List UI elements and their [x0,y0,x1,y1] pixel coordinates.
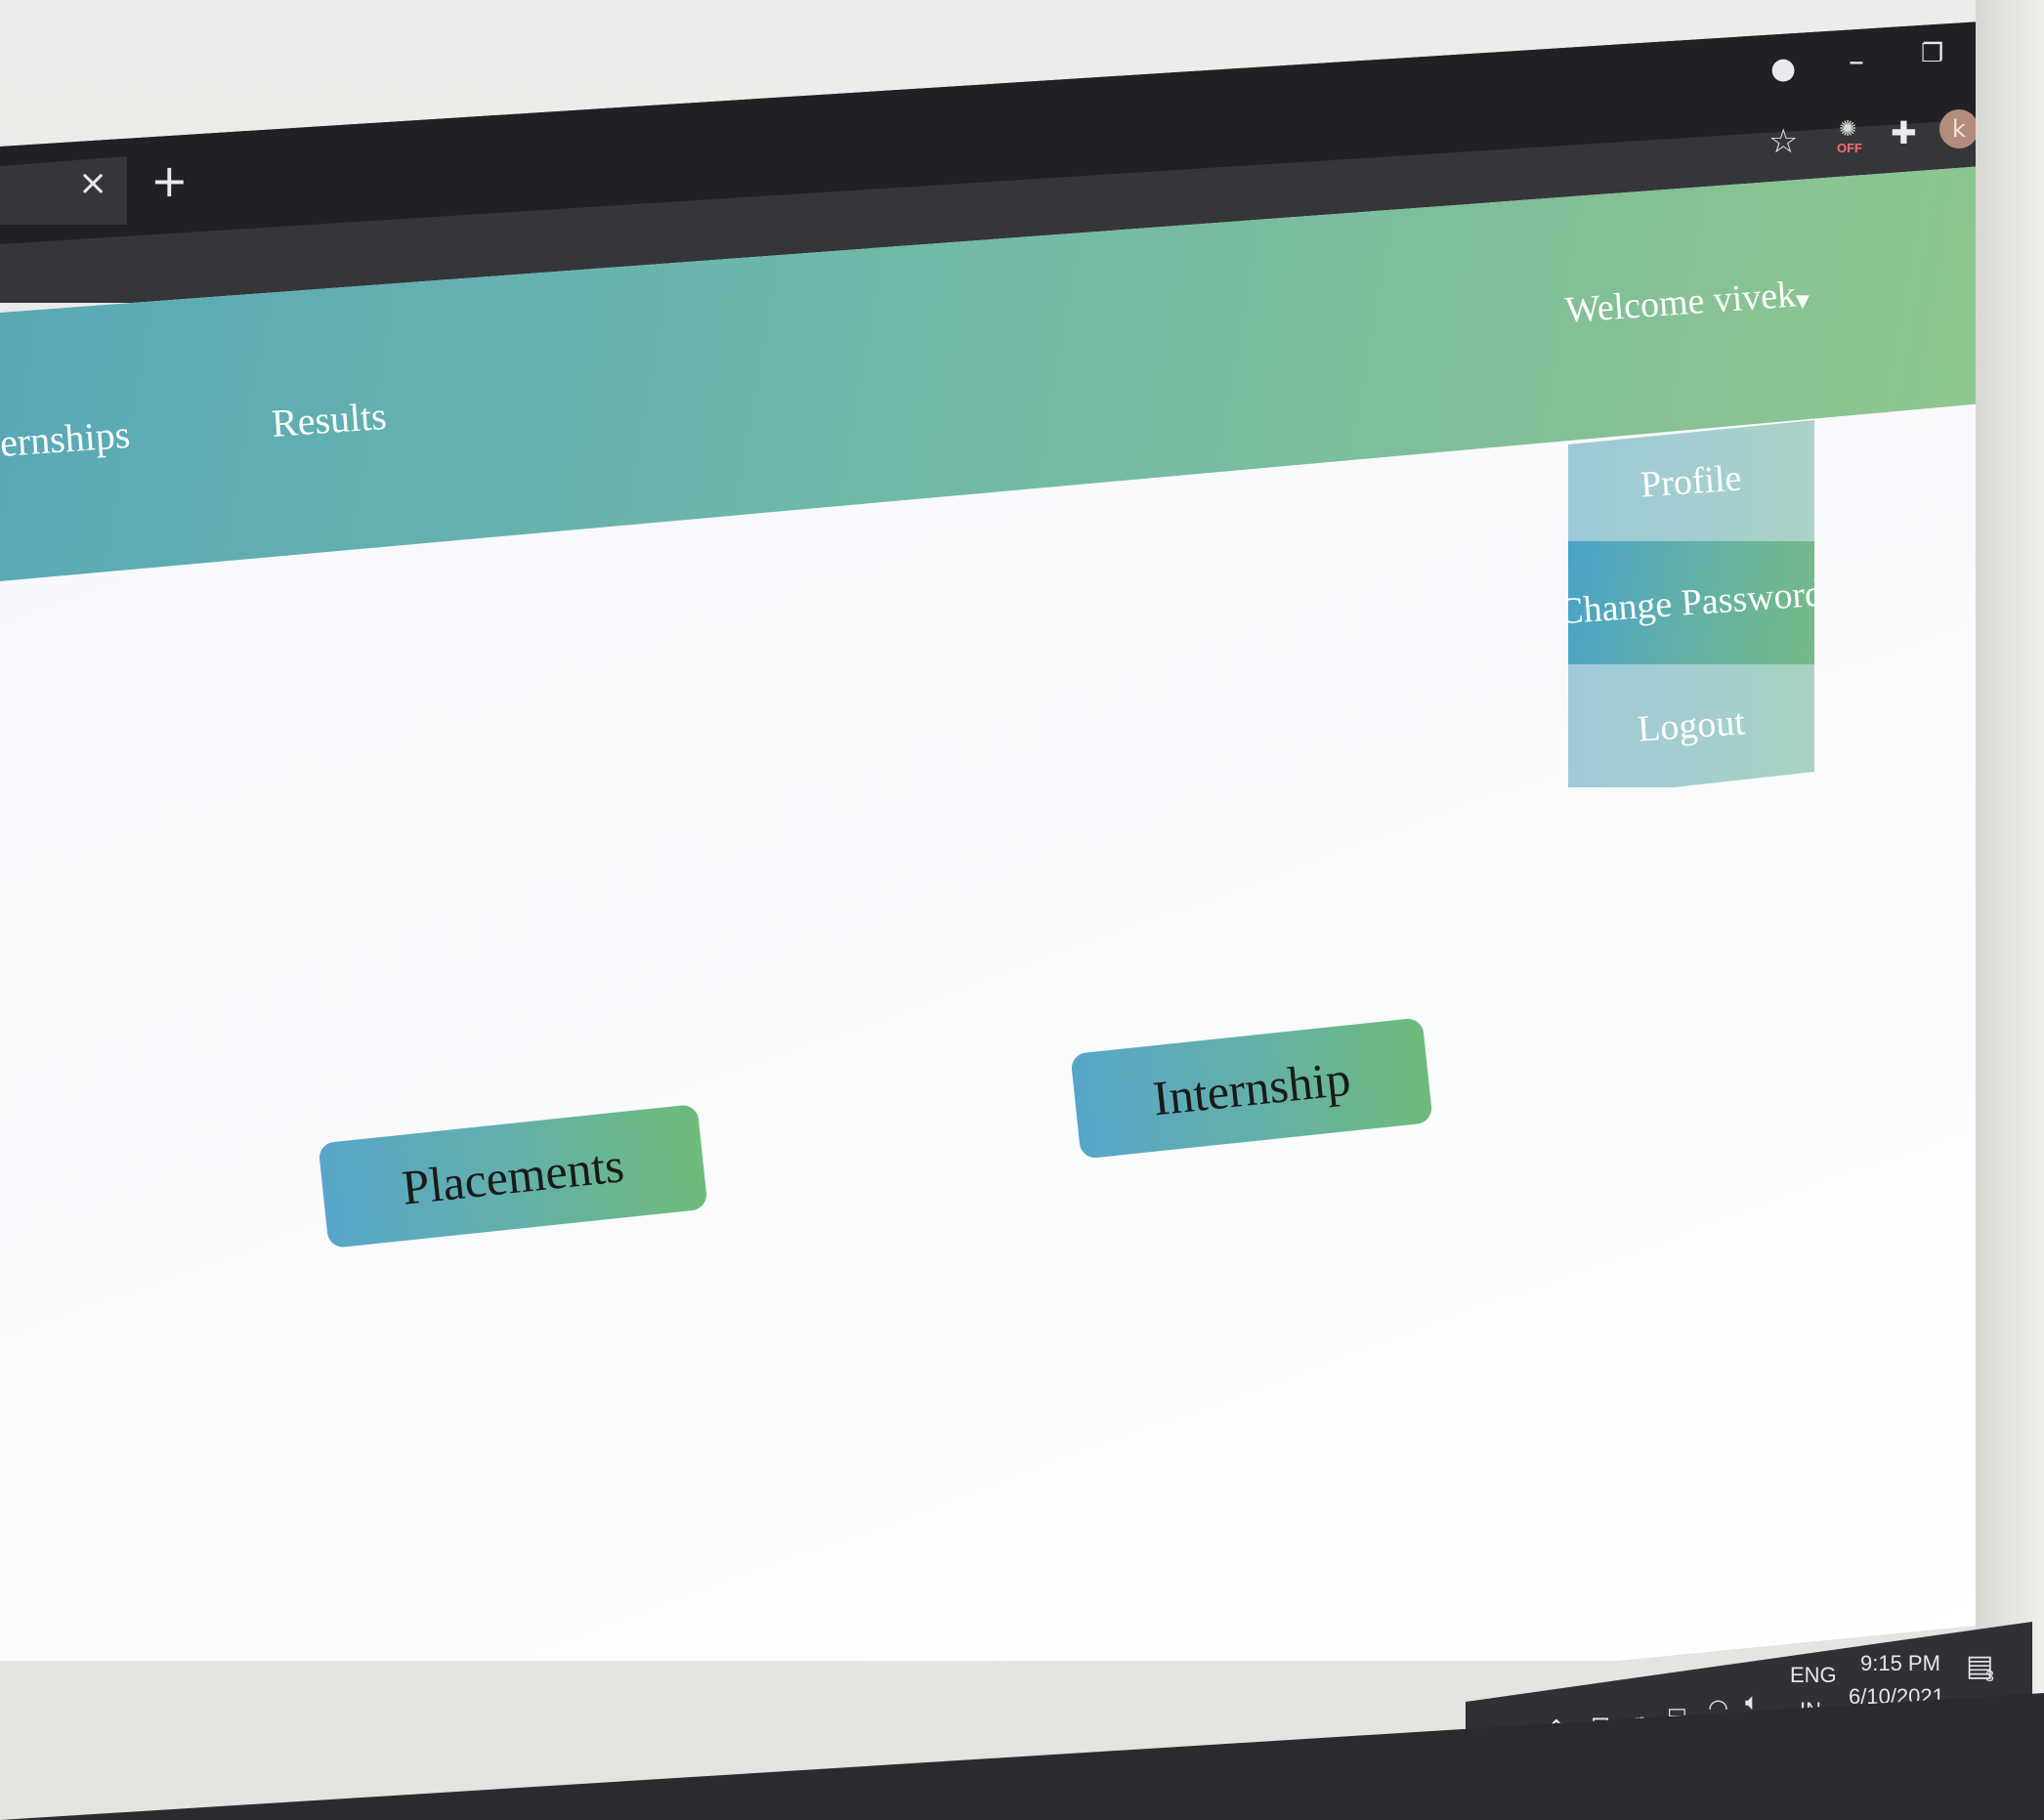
extension-off-icon[interactable]: ✺ OFF [1837,119,1870,156]
restore-icon[interactable]: ❐ [1921,41,1943,66]
puzzle-icon[interactable]: ✚ [1891,117,1917,148]
media-control-icon[interactable]: ● [1770,55,1796,84]
dropdown-item-logout[interactable]: Logout [1568,664,1814,787]
notification-count: 3 [1985,1669,1994,1685]
minimize-icon[interactable]: – [1849,45,1864,76]
dropdown-item-change-password[interactable]: Change Password [1568,541,1814,664]
new-tab-icon[interactable]: + [150,158,189,203]
nav-link-internships[interactable]: ernships [0,411,132,466]
clock-time[interactable]: 9:15 PM [1860,1651,1940,1676]
language-code[interactable]: ENG [1790,1663,1837,1688]
chevron-down-icon[interactable]: ▼ [1796,291,1810,312]
nav-link-results[interactable]: Results [270,393,388,446]
tab-close-icon[interactable]: × [78,166,107,201]
monitor-bezel-right [1976,0,2044,1820]
star-icon[interactable]: ☆ [1768,125,1798,158]
profile-avatar[interactable]: k [1939,109,1979,148]
user-dropdown: Profile Change Password Logout [1568,420,1814,799]
